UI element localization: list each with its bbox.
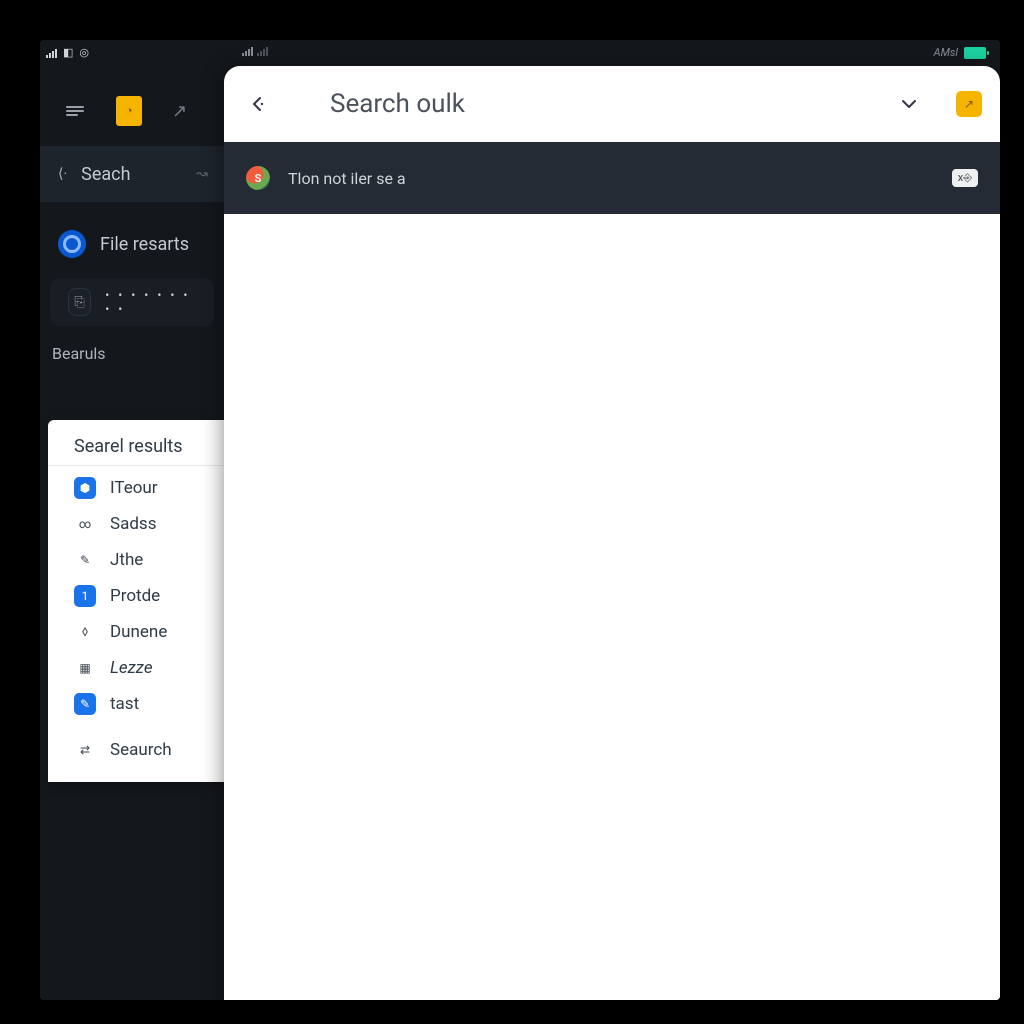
sidebar-item-label: Seach (81, 164, 130, 185)
results-title: Searel results (48, 430, 232, 466)
chevron-icon[interactable]: ↗ (172, 101, 187, 122)
status-bar-right: AMsl (934, 46, 986, 59)
action-square-button[interactable]: ↗ (956, 91, 982, 117)
result-item[interactable]: ✎ tast (48, 686, 232, 722)
signal-icon (46, 48, 57, 58)
result-icon: 1 (74, 585, 96, 607)
battery-icon (964, 47, 986, 59)
result-label: Protde (110, 586, 160, 606)
sidebar-item-label: File resarts (100, 234, 189, 255)
result-icon: ⬢ (74, 477, 96, 499)
result-item[interactable]: ✎ Jthe (48, 542, 232, 578)
result-item[interactable]: 1 Protde (48, 578, 232, 614)
signal-icon-dim (257, 46, 268, 56)
back-chip-icon: ⟨· (58, 166, 67, 182)
sidebar-item-file-results[interactable]: File resarts (40, 216, 224, 272)
result-item[interactable]: ▦ Lezze (48, 650, 232, 686)
status-glyph-1: ◧ (63, 46, 73, 59)
result-item[interactable]: ◊ Dunene (48, 614, 232, 650)
result-label: ITeour (110, 478, 158, 498)
main-panel: Search oulk ↗ S Tlon not iler se a x⎆ (224, 66, 1000, 1000)
result-icon: ▦ (74, 657, 96, 679)
result-label: Jthe (110, 550, 143, 570)
result-icon: ◊ (74, 621, 96, 643)
result-footer-search[interactable]: ⇄ Seaurch (48, 732, 232, 768)
lock-icon: ⎘ (68, 288, 91, 316)
sidebar-item-password[interactable]: ⎘ • • • • • • • • • (50, 278, 214, 326)
sidebar-item-search[interactable]: ⟨· Seach ↝ (40, 146, 224, 202)
sidebar-section-header: Bearuls (40, 332, 224, 371)
status-right-label: AMsl (934, 46, 958, 59)
trail-icon: ↝ (196, 166, 208, 182)
result-label: tast (110, 694, 139, 714)
result-icon: ✎ (74, 693, 96, 715)
menu-icon[interactable] (64, 100, 86, 122)
search-icon: ⇄ (74, 739, 96, 761)
results-panel: Searel results ⬢ ITeour ∞ Sadss ✎ Jthe 1… (48, 420, 232, 782)
status-bar-left-secondary (242, 46, 268, 56)
status-bar-left: ◧ ◎ (46, 46, 89, 59)
result-label: Dunene (110, 622, 167, 642)
result-item[interactable]: ∞ Sadss (48, 506, 232, 542)
main-header: Search oulk ↗ (224, 66, 1000, 142)
result-label: Sadss (110, 514, 156, 534)
status-glyph-2: ◎ (79, 46, 89, 59)
page-title: Search oulk (330, 89, 465, 119)
result-item[interactable]: ⬢ ITeour (48, 470, 232, 506)
back-button[interactable] (242, 88, 274, 120)
result-icon: ✎ (74, 549, 96, 571)
banner-close-chip[interactable]: x⎆ (952, 169, 978, 187)
result-label: Lezze (110, 658, 153, 678)
chevron-down-icon[interactable] (898, 93, 920, 115)
info-banner: S Tlon not iler se a x⎆ (224, 142, 1000, 214)
signal-icon (242, 46, 253, 56)
app-window: ◧ ◎ AMsl ◔ ↗ ⟨· Seach ↝ File resarts ⎘ (40, 40, 1000, 1000)
app-icon[interactable]: ◔ (116, 96, 142, 126)
banner-text: Tlon not iler se a (288, 169, 406, 188)
sidebar-top: ◔ ↗ (40, 76, 224, 146)
password-dots: • • • • • • • • • (105, 288, 196, 316)
banner-badge-icon: S (246, 166, 270, 190)
content-area (224, 214, 1000, 1000)
result-icon: ∞ (74, 513, 96, 535)
result-label: Seaurch (110, 740, 172, 760)
circle-icon (58, 230, 86, 258)
